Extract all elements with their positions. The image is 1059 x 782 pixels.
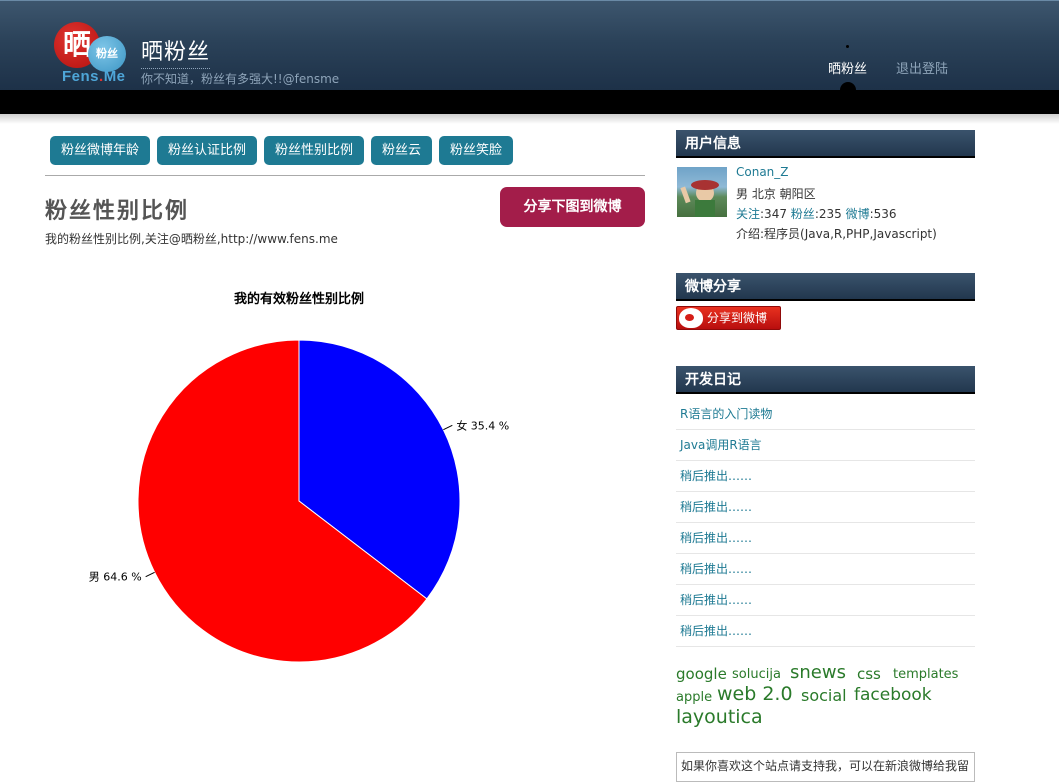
- tag-link[interactable]: facebook: [854, 685, 932, 705]
- site-slogan: 你不知道，粉丝有多强大!!@fensme: [141, 72, 340, 86]
- tag-link[interactable]: social: [801, 686, 847, 705]
- dev-log-item[interactable]: 稍后推出……: [676, 554, 975, 585]
- support-note: 如果你喜欢这个站点请支持我，可以在新浪微博给我留: [676, 752, 975, 782]
- weibo-share-heading: 微博分享: [676, 273, 975, 301]
- dev-log-item[interactable]: R语言的入门读物: [676, 399, 975, 430]
- dev-log-item[interactable]: 稍后推出……: [676, 616, 975, 647]
- avatar[interactable]: [677, 167, 727, 217]
- site-title[interactable]: 晒粉丝: [141, 34, 211, 69]
- tab-verified-ratio[interactable]: 粉丝认证比例: [157, 136, 258, 165]
- pie-label-leader: [145, 571, 155, 578]
- tab-fans-cloud[interactable]: 粉丝云: [371, 136, 433, 165]
- nav-active-indicator: [840, 82, 856, 98]
- tag-link[interactable]: solucija: [732, 667, 781, 682]
- tag-link[interactable]: css: [857, 665, 881, 683]
- fans-link[interactable]: 粉丝: [791, 207, 815, 221]
- user-location: 男 北京 朝阳区: [736, 187, 816, 201]
- content-divider: [45, 175, 645, 176]
- site-logo[interactable]: 晒 粉丝 Fens.Me: [52, 20, 132, 86]
- tab-fans-age[interactable]: 粉丝微博年龄: [50, 136, 151, 165]
- nav-active-dot: [846, 45, 849, 48]
- weibo-link[interactable]: 微博: [846, 207, 870, 221]
- tag-link[interactable]: web 2.0: [717, 683, 793, 705]
- tag-link[interactable]: google: [676, 665, 727, 683]
- user-stats: 关注:347 粉丝:235 微博:536: [736, 207, 897, 221]
- logo-badge: 粉丝: [88, 36, 126, 72]
- nav-home-link[interactable]: 晒粉丝: [828, 58, 867, 77]
- weibo-logo-icon: [679, 308, 703, 328]
- chart-title: 我的有效粉丝性别比例: [234, 291, 364, 307]
- tab-fans-smile[interactable]: 粉丝笑脸: [439, 136, 514, 165]
- follow-link[interactable]: 关注: [736, 207, 760, 221]
- avatar-image: [680, 180, 719, 217]
- pie-data-label: 女 35.4 %: [456, 418, 509, 432]
- tag-link[interactable]: templates: [893, 667, 958, 682]
- dev-log-item[interactable]: 稍后推出……: [676, 585, 975, 616]
- tag-link[interactable]: snews: [790, 662, 846, 683]
- header-black-bar: [0, 90, 1059, 114]
- tab-gender-ratio[interactable]: 粉丝性别比例: [264, 136, 365, 165]
- dev-log-heading: 开发日记: [676, 366, 975, 394]
- tag-link[interactable]: apple: [676, 690, 712, 705]
- dev-log-item[interactable]: 稍后推出……: [676, 461, 975, 492]
- page-title: 粉丝性别比例: [45, 198, 190, 224]
- logo-wordmark: Fens.Me: [62, 68, 126, 85]
- gender-pie-chart: 我的有效粉丝性别比例 女 35.4 % 男 64.6 %: [89, 291, 509, 663]
- nav-logout-link[interactable]: 退出登陆: [896, 58, 948, 77]
- user-name[interactable]: Conan_Z: [736, 165, 789, 179]
- pie-data-label: 男 64.6 %: [89, 571, 142, 584]
- dev-log-item[interactable]: Java调用R语言: [676, 430, 975, 461]
- dev-log-item[interactable]: 稍后推出……: [676, 523, 975, 554]
- header-shadow: [0, 114, 1059, 124]
- pie-label-leader: [443, 424, 453, 431]
- user-info-heading: 用户信息: [676, 130, 975, 158]
- share-chart-to-weibo-button[interactable]: 分享下图到微博: [500, 187, 645, 227]
- user-intro: 介绍:程序员(Java,R,PHP,Javascript): [736, 227, 937, 241]
- dev-log-item[interactable]: 稍后推出……: [676, 492, 975, 523]
- page-subtitle: 我的粉丝性别比例,关注@晒粉丝,http://www.fens.me: [45, 232, 338, 246]
- share-to-weibo-button[interactable]: 分享到微博: [676, 306, 781, 330]
- tag-link[interactable]: layoutica: [676, 706, 763, 728]
